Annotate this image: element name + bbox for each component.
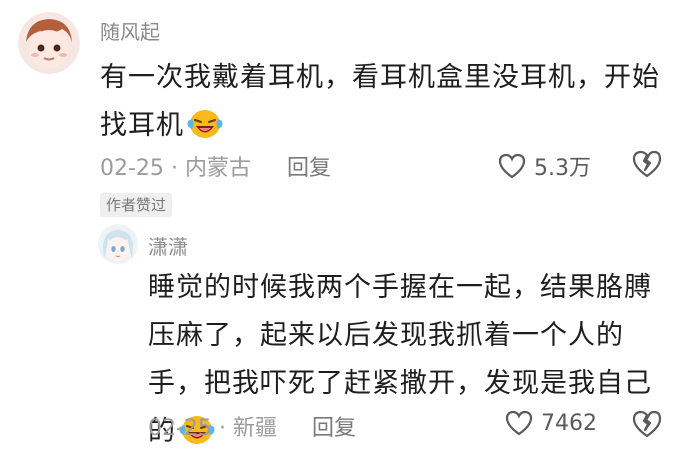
comment-username[interactable]: 随风起 <box>100 16 160 45</box>
meta-dot: · <box>170 156 185 181</box>
reply-location: 新疆 <box>232 416 277 441</box>
user-avatar[interactable] <box>98 224 138 264</box>
heart-icon <box>505 410 533 436</box>
broken-heart-icon <box>632 150 662 178</box>
reply-button[interactable]: 回复 <box>287 150 331 182</box>
reply-button[interactable]: 回复 <box>312 410 356 442</box>
dislike-button[interactable] <box>632 150 662 178</box>
like-count: 7462 <box>541 410 597 436</box>
reply-meta: 02-25 · 新疆 <box>148 410 277 442</box>
meta-dot: · <box>218 416 233 441</box>
comment-location: 内蒙古 <box>184 156 251 181</box>
comment-text: 有一次我戴着耳机，看耳机盒里没耳机，开始找耳机 <box>100 54 660 150</box>
comment-body: 有一次我戴着耳机，看耳机盒里没耳机，开始找耳机 <box>100 62 660 141</box>
reply-username[interactable]: 潇潇 <box>148 231 188 260</box>
user-avatar[interactable] <box>18 12 80 74</box>
like-count: 5.3万 <box>534 156 591 181</box>
comment-meta: 02-25 · 内蒙古 <box>100 150 251 182</box>
author-liked-badge: 作者赞过 <box>100 193 173 217</box>
like-button[interactable]: 5.3万 <box>498 150 591 182</box>
comment-date: 02-25 <box>100 156 164 181</box>
dislike-button[interactable] <box>632 410 662 438</box>
reply-date: 02-25 <box>148 416 212 441</box>
broken-heart-icon <box>632 410 662 438</box>
laughing-crying-emoji-icon <box>186 107 224 141</box>
heart-icon <box>498 153 526 179</box>
like-button[interactable]: 7462 <box>505 410 597 436</box>
